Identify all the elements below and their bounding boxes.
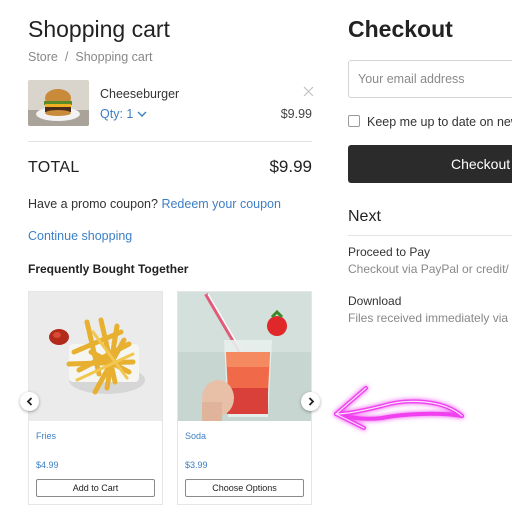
breadcrumb-separator: /	[64, 50, 69, 64]
fries-image[interactable]	[29, 292, 162, 421]
breadcrumb: Store / Shopping cart	[28, 50, 153, 64]
total-value: $9.99	[269, 157, 312, 176]
total-label: TOTAL	[28, 159, 80, 176]
divider	[348, 235, 512, 236]
qty-label: Qty: 1	[100, 107, 134, 121]
qty-selector[interactable]: Qty: 1	[100, 107, 147, 121]
cheeseburger-thumbnail	[28, 80, 89, 126]
soda-image[interactable]	[178, 292, 311, 421]
product-name-fries[interactable]: Fries	[36, 431, 56, 441]
email-field[interactable]	[348, 60, 512, 98]
choose-options-button[interactable]: Choose Options	[185, 479, 304, 497]
chevron-right-icon[interactable]	[301, 392, 320, 411]
chevron-left-icon[interactable]	[20, 392, 39, 411]
product-price-fries: $4.99	[36, 460, 59, 470]
divider	[28, 141, 312, 142]
promo-question: Have a promo coupon?	[28, 197, 158, 211]
next-heading: Next	[348, 208, 381, 225]
annotation-arrow-icon	[326, 378, 476, 443]
checkout-title: Checkout	[348, 16, 453, 42]
checkout-button[interactable]: Checkout	[348, 145, 512, 183]
cart-item-price: $9.99	[280, 107, 312, 121]
redeem-coupon-link[interactable]: Redeem your coupon	[161, 197, 281, 211]
step-title: Proceed to Pay	[348, 245, 431, 259]
product-card-fries: Fries $4.99 Add to Cart	[28, 291, 163, 505]
promo-text: Have a promo coupon? Redeem your coupon	[28, 197, 281, 211]
product-card-soda: Soda $3.99 Choose Options	[177, 291, 312, 505]
product-name-soda[interactable]: Soda	[185, 431, 206, 441]
step-subtitle: Files received immediately via	[348, 311, 509, 325]
step-title: Download	[348, 294, 402, 308]
chevron-down-icon	[137, 107, 147, 121]
add-to-cart-button[interactable]: Add to Cart	[36, 479, 155, 497]
close-icon[interactable]	[302, 86, 314, 98]
breadcrumb-current: Shopping cart	[75, 50, 153, 64]
fbt-heading: Frequently Bought Together	[28, 262, 189, 276]
cart-item-name: Cheeseburger	[100, 87, 180, 101]
newsletter-label: Keep me up to date on new	[367, 115, 512, 129]
step-subtitle: Checkout via PayPal or credit/	[348, 262, 509, 276]
continue-shopping-link[interactable]: Continue shopping	[28, 229, 132, 243]
product-price-soda: $3.99	[185, 460, 208, 470]
breadcrumb-store[interactable]: Store	[28, 50, 58, 64]
newsletter-checkbox[interactable]	[348, 115, 360, 127]
page-title: Shopping cart	[28, 16, 170, 42]
